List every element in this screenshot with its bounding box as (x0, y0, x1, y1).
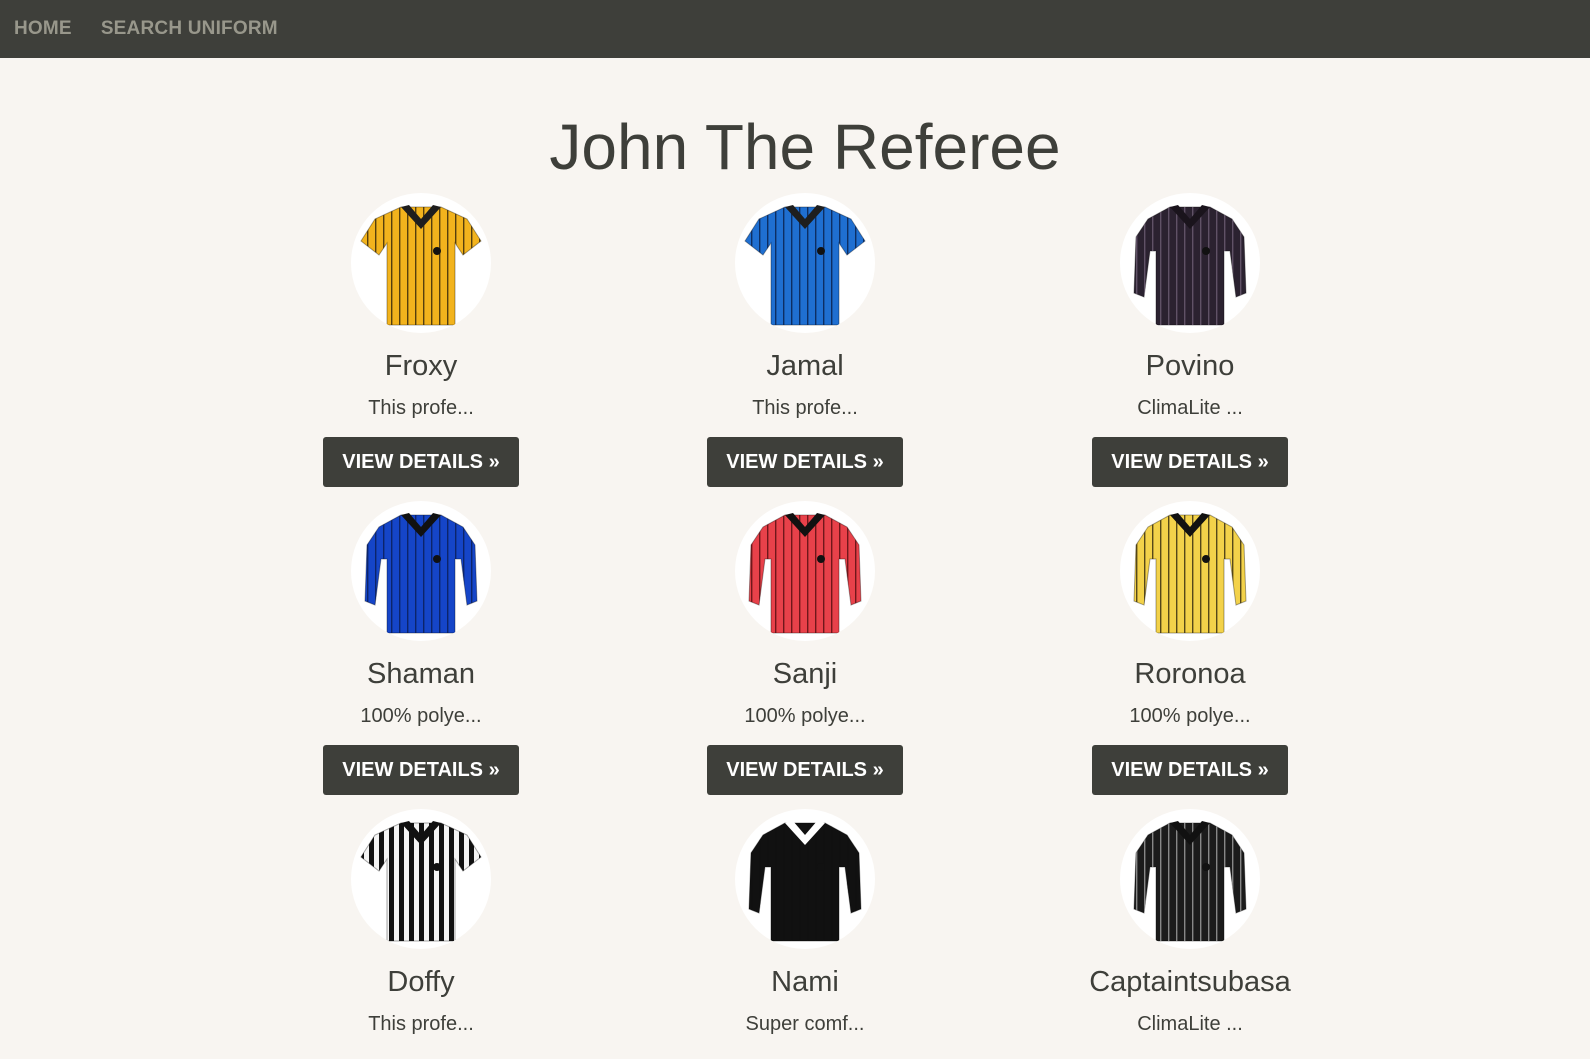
short-sleeve-shirt-icon (360, 205, 482, 326)
uniform-name: Froxy (384, 350, 458, 382)
short-sleeve-shirt-icon (744, 205, 866, 326)
shirt-badge (1202, 555, 1210, 563)
uniform-description: 100% polye... (744, 705, 866, 727)
uniform-thumbnail (351, 193, 491, 333)
uniform-name: Jamal (766, 350, 844, 382)
shirt-badge (1202, 247, 1210, 255)
view-details-button[interactable]: VIEW DETAILS » (1092, 437, 1288, 487)
uniform-name: Captaintsubasa (1089, 966, 1291, 998)
long-sleeve-shirt-icon (748, 513, 862, 634)
long-sleeve-shirt-icon (1133, 205, 1247, 326)
top-navbar: HOME SEARCH UNIFORM (0, 0, 1590, 58)
shirt-badge (817, 247, 825, 255)
shirt-badge (433, 863, 441, 871)
uniform-name: Shaman (366, 658, 475, 690)
uniform-description: Super comf... (745, 1013, 865, 1035)
view-details-button[interactable]: VIEW DETAILS » (1092, 745, 1288, 795)
uniform-description: 100% polye... (360, 705, 482, 727)
uniform-description: This profe... (368, 1013, 474, 1035)
shirt-badge (817, 863, 825, 871)
short-sleeve-shirt-icon (360, 821, 482, 942)
view-details-button[interactable]: VIEW DETAILS » (323, 745, 519, 795)
uniform-description: 100% polye... (1129, 705, 1251, 727)
nav-home-link[interactable]: HOME (14, 18, 72, 40)
shirt-badge (433, 555, 441, 563)
long-sleeve-shirt-icon (364, 513, 478, 634)
uniform-name: Povino (1145, 350, 1235, 382)
uniform-thumbnail (735, 809, 875, 949)
nav-search-uniform-link[interactable]: SEARCH UNIFORM (101, 18, 278, 40)
uniform-name: Doffy (387, 966, 455, 998)
view-details-button[interactable]: VIEW DETAILS » (707, 437, 903, 487)
long-sleeve-shirt-icon (1133, 513, 1247, 634)
uniform-description: ClimaLite ... (1137, 397, 1243, 419)
uniform-thumbnail (1120, 809, 1260, 949)
long-sleeve-shirt-icon (1133, 821, 1247, 942)
uniform-description: ClimaLite ... (1137, 1013, 1243, 1035)
uniform-thumbnail (1120, 193, 1260, 333)
uniform-thumbnail (1120, 501, 1260, 641)
uniform-name: Sanji (772, 658, 838, 690)
uniform-thumbnail (735, 193, 875, 333)
uniform-description: This profe... (368, 397, 474, 419)
uniform-description: This profe... (752, 397, 858, 419)
view-details-button[interactable]: VIEW DETAILS » (323, 437, 519, 487)
long-sleeve-shirt-icon (748, 821, 862, 942)
view-details-button[interactable]: VIEW DETAILS » (707, 745, 903, 795)
shirt-badge (817, 555, 825, 563)
uniform-name: Roronoa (1134, 658, 1246, 690)
uniform-name: Nami (771, 966, 839, 998)
uniform-thumbnail (351, 501, 491, 641)
shirt-badge (1202, 863, 1210, 871)
uniform-thumbnail (351, 809, 491, 949)
shirt-badge (433, 247, 441, 255)
uniform-thumbnail (735, 501, 875, 641)
page-title: John The Referee (549, 111, 1061, 183)
